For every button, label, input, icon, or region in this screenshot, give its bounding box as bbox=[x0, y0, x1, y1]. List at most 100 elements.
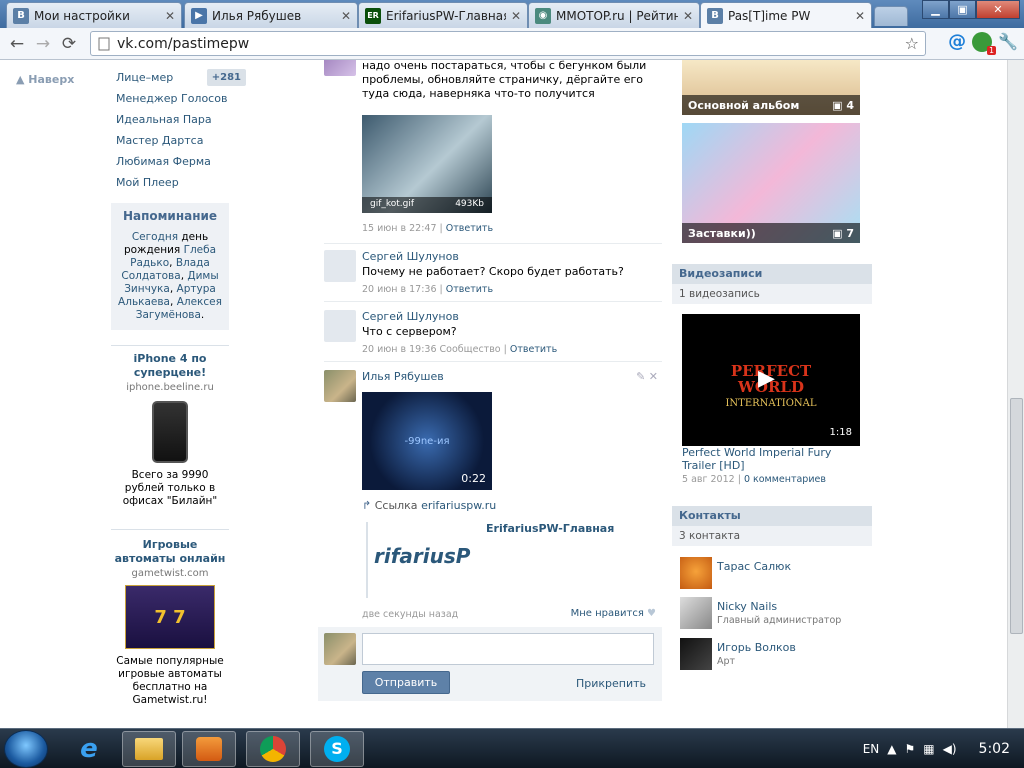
ad-text: Самые популярные игровые автоматы беспла… bbox=[116, 655, 224, 706]
language-indicator[interactable]: EN bbox=[863, 742, 880, 756]
tab-title: Илья Рябушев bbox=[212, 8, 302, 23]
volume-icon[interactable]: ◀) bbox=[943, 742, 957, 756]
videos-header[interactable]: Видеозаписи bbox=[672, 264, 872, 284]
gif-name: gif_kot.gif bbox=[370, 199, 415, 209]
avatar[interactable] bbox=[324, 310, 356, 342]
link-preview-title[interactable]: ErifariusPW-Главная bbox=[486, 522, 614, 535]
contact-item[interactable]: Тарас Салюк bbox=[680, 557, 870, 589]
comment-input[interactable] bbox=[362, 633, 654, 665]
tab-my-settings[interactable]: В Мои настройки ✕ bbox=[6, 2, 182, 28]
close-window-button[interactable]: ✕ bbox=[976, 0, 1020, 19]
gif-attachment[interactable]: gif_kot.gif 493Kb bbox=[362, 115, 492, 213]
album-main[interactable]: Основной альбом ▣ 4 bbox=[682, 60, 860, 115]
contact-name[interactable]: Игорь Волков bbox=[717, 641, 796, 654]
menu-item-label: Идеальная Пара bbox=[116, 113, 212, 126]
video-meta: 5 авг 2012 | 0 комментариев bbox=[682, 474, 826, 485]
ad-slots[interactable]: Игровые автоматы онлайн gametwist.com 7 … bbox=[111, 538, 229, 707]
menu-item-darts-master[interactable]: Мастер Дартса bbox=[116, 133, 246, 154]
page-scrollbar[interactable] bbox=[1007, 60, 1024, 728]
tab-ilya-ryabushev[interactable]: ▶ Илья Рябушев ✕ bbox=[184, 2, 358, 28]
wrench-menu-icon[interactable]: 🔧 bbox=[998, 32, 1018, 51]
play-icon[interactable]: ▶ bbox=[758, 366, 775, 391]
album-screensavers[interactable]: Заставки)) ▣ 7 bbox=[682, 123, 860, 243]
url-text[interactable]: vk.com/pastimepw bbox=[117, 36, 899, 52]
link-row: ↱ Ссылка erifariuspw.ru bbox=[362, 499, 496, 512]
address-bar[interactable]: vk.com/pastimepw ☆ bbox=[90, 31, 926, 56]
flag-icon[interactable]: ⚑ bbox=[905, 742, 916, 756]
tab-pastime-pw[interactable]: В Pas[T]ime PW ✕ bbox=[700, 2, 872, 28]
extension-icon[interactable]: 1 bbox=[972, 31, 997, 55]
link-preview[interactable]: ErifariusPW-Главная rifariusP bbox=[366, 522, 616, 598]
video-comments-link[interactable]: 0 комментариев bbox=[744, 474, 826, 485]
tray-arrow-icon[interactable]: ▲ bbox=[887, 742, 896, 756]
skype-taskbar-icon[interactable]: S bbox=[310, 731, 364, 767]
avatar[interactable] bbox=[324, 370, 356, 402]
reply-link[interactable]: Ответить bbox=[446, 223, 493, 234]
scroll-top-link[interactable]: ▲ Наверх bbox=[16, 73, 74, 86]
avatar[interactable] bbox=[324, 250, 356, 282]
explorer-taskbar-icon[interactable] bbox=[122, 731, 176, 767]
forward-arrow-icon[interactable]: → bbox=[30, 31, 56, 57]
bookmark-star-icon[interactable]: ☆ bbox=[905, 34, 919, 53]
author-name[interactable]: Сергей Шулунов bbox=[362, 310, 459, 323]
contact-item[interactable]: Игорь Волков Арт bbox=[680, 638, 870, 670]
avatar[interactable] bbox=[680, 597, 712, 629]
network-icon[interactable]: ▦ bbox=[923, 742, 934, 756]
link-url[interactable]: erifariuspw.ru bbox=[421, 499, 496, 512]
new-tab-button[interactable] bbox=[874, 6, 908, 26]
contacts-header[interactable]: Контакты bbox=[672, 506, 872, 526]
scrollbar-thumb[interactable] bbox=[1010, 398, 1023, 634]
send-button[interactable]: Отправить bbox=[362, 671, 450, 694]
ad-title[interactable]: iPhone 4 по суперцене! bbox=[111, 352, 229, 380]
clock[interactable]: 5:02 bbox=[979, 741, 1010, 757]
menu-item-player[interactable]: Мой Плеер bbox=[116, 175, 246, 196]
video-overlay-text: -99ne-ия bbox=[404, 436, 450, 447]
menu-item-ideal-pair[interactable]: Идеальная Пара bbox=[116, 112, 246, 133]
ad-iphone[interactable]: iPhone 4 по суперцене! iphone.beeline.ru… bbox=[111, 352, 229, 508]
close-icon[interactable]: ✕ bbox=[165, 9, 175, 23]
edit-delete-icons[interactable]: ✎ ✕ bbox=[636, 370, 658, 383]
tab-erifarius[interactable]: ER ErifariusPW-Главная ✕ bbox=[358, 2, 528, 28]
reply-link[interactable]: Ответить bbox=[510, 344, 557, 355]
author-name[interactable]: Илья Рябушев bbox=[362, 370, 444, 383]
contact-name[interactable]: Nicky Nails bbox=[717, 600, 777, 613]
close-icon[interactable]: ✕ bbox=[341, 9, 351, 23]
comment-date: 20 июн в 17:36 bbox=[362, 284, 437, 295]
avatar[interactable] bbox=[324, 60, 356, 76]
media-player-taskbar-icon[interactable] bbox=[182, 731, 236, 767]
attach-link[interactable]: Прикрепить bbox=[576, 677, 646, 690]
divider bbox=[111, 345, 229, 346]
reload-icon[interactable]: ⟳ bbox=[56, 31, 82, 57]
close-icon[interactable]: ✕ bbox=[683, 9, 693, 23]
video-attachment[interactable]: -99ne-ия 0:22 bbox=[362, 392, 492, 490]
like-button[interactable]: Мне нравится ♥ bbox=[571, 608, 656, 619]
minimize-button[interactable]: ▁ bbox=[922, 0, 949, 19]
contact-item[interactable]: Nicky Nails Главный администратор bbox=[680, 597, 870, 629]
menu-item-label: Любимая Ферма bbox=[116, 155, 211, 168]
back-arrow-icon[interactable]: ← bbox=[4, 31, 30, 57]
author-name[interactable]: Сергей Шулунов bbox=[362, 250, 459, 263]
menu-item-face-meter[interactable]: Лице–мер +281 bbox=[116, 69, 246, 91]
video-thumbnail[interactable]: PERFECT WORLD INTERNATIONAL ▶ 1:18 bbox=[682, 314, 860, 446]
menu-item-vote-manager[interactable]: Менеджер Голосов bbox=[116, 91, 246, 112]
avatar[interactable] bbox=[680, 557, 712, 589]
close-icon[interactable]: ✕ bbox=[855, 9, 865, 23]
video-title[interactable]: Perfect World Imperial Fury Trailer [HD] bbox=[682, 446, 862, 472]
chrome-taskbar-icon[interactable] bbox=[246, 731, 300, 767]
contact-name[interactable]: Тарас Салюк bbox=[717, 560, 791, 573]
start-button[interactable] bbox=[4, 730, 48, 768]
like-label: Мне нравится bbox=[570, 608, 644, 619]
mail-at-icon[interactable]: @ bbox=[948, 31, 966, 52]
maximize-button[interactable]: ▣ bbox=[949, 0, 976, 19]
iphone-image-icon bbox=[152, 401, 188, 463]
tab-mmotop[interactable]: ◉ MMOTOP.ru | Рейтинг с ✕ bbox=[528, 2, 700, 28]
menu-item-farm[interactable]: Любимая Ферма bbox=[116, 154, 246, 175]
reminder-today-link[interactable]: Сегодня bbox=[132, 231, 178, 243]
close-icon[interactable]: ✕ bbox=[511, 9, 521, 23]
reply-link[interactable]: Ответить bbox=[446, 284, 493, 295]
avatar[interactable] bbox=[680, 638, 712, 670]
contact-role: Арт bbox=[717, 656, 736, 667]
ad-title[interactable]: Игровые автоматы онлайн bbox=[111, 538, 229, 566]
ie-taskbar-icon[interactable]: e bbox=[62, 731, 116, 767]
comment-text: Почему не работает? Скоро будет работать… bbox=[362, 265, 624, 278]
